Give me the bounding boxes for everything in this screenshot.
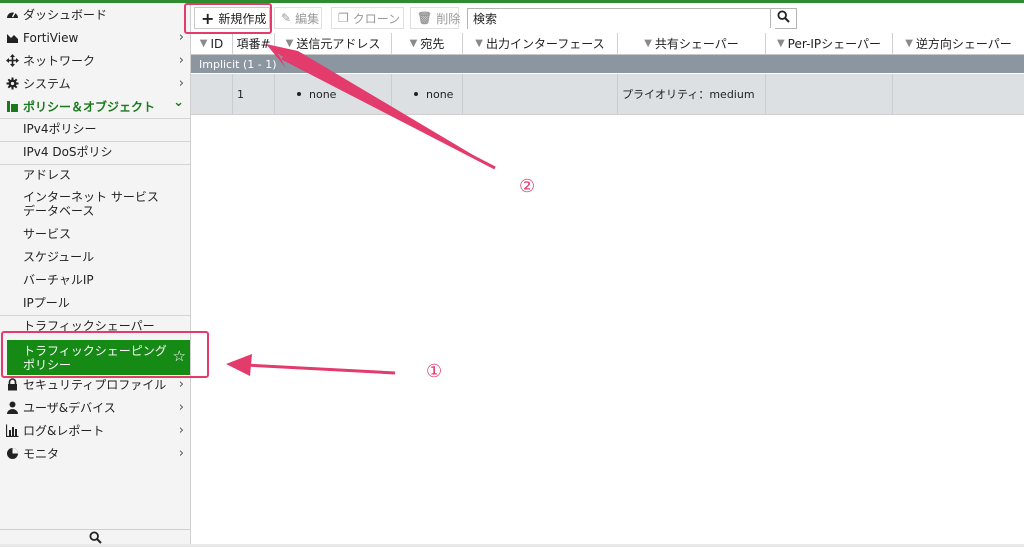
arrow-line-1 [244,363,396,375]
arrow-to-sidebar-item [226,354,252,376]
annotation-arrows [226,44,496,376]
arrow-line-2 [281,56,496,170]
annotation-number-2: ② [519,176,536,197]
annotation-number-1: ① [426,361,443,382]
